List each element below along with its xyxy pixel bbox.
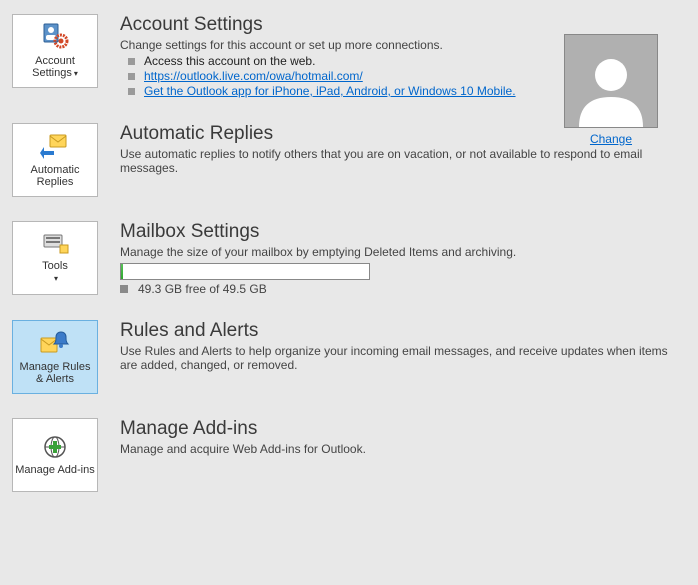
profile-block: Change: [564, 34, 658, 146]
tools-tile-label: Tools▾: [40, 260, 70, 284]
outlook-app-link[interactable]: Get the Outlook app for iPhone, iPad, An…: [144, 84, 516, 98]
manage-rules-alerts-button[interactable]: Manage Rules & Alerts: [12, 320, 98, 394]
automatic-replies-tile-label: Automatic Replies: [13, 164, 97, 188]
rules-desc: Use Rules and Alerts to help organize yo…: [120, 344, 686, 372]
account-settings-button[interactable]: Account Settings▾: [12, 14, 98, 88]
section-addins: Manage Add-ins Manage Add-ins Manage and…: [12, 418, 686, 492]
tools-button[interactable]: Tools▾: [12, 221, 98, 295]
mailbox-heading: Mailbox Settings: [120, 221, 686, 243]
addins-icon: [41, 435, 69, 462]
automatic-replies-icon: [40, 133, 70, 162]
change-profile-link[interactable]: Change: [590, 132, 632, 146]
rules-tile-label: Manage Rules & Alerts: [13, 361, 97, 385]
section-mailbox: Tools▾ Mailbox Settings Manage the size …: [12, 221, 686, 296]
section-rules: Manage Rules & Alerts Rules and Alerts U…: [12, 320, 686, 394]
tools-icon: [40, 231, 70, 258]
addins-tile-label: Manage Add-ins: [13, 464, 97, 476]
account-settings-icon: [40, 22, 70, 53]
automatic-replies-button[interactable]: Automatic Replies: [12, 123, 98, 197]
account-settings-heading: Account Settings: [120, 14, 686, 36]
addins-heading: Manage Add-ins: [120, 418, 686, 440]
rules-alerts-icon: [39, 330, 71, 359]
outlook-web-link[interactable]: https://outlook.live.com/owa/hotmail.com…: [144, 69, 363, 83]
mailbox-usage-bar: [120, 263, 370, 280]
mailbox-desc: Manage the size of your mailbox by empty…: [120, 245, 686, 259]
rules-heading: Rules and Alerts: [120, 320, 686, 342]
manage-addins-button[interactable]: Manage Add-ins: [12, 418, 98, 492]
avatar: [564, 34, 658, 128]
mailbox-storage-text: 49.3 GB free of 49.5 GB: [120, 282, 686, 296]
account-settings-tile-label: Account Settings▾: [13, 55, 97, 79]
addins-desc: Manage and acquire Web Add-ins for Outlo…: [120, 442, 686, 456]
auto-replies-desc: Use automatic replies to notify others t…: [120, 147, 686, 175]
